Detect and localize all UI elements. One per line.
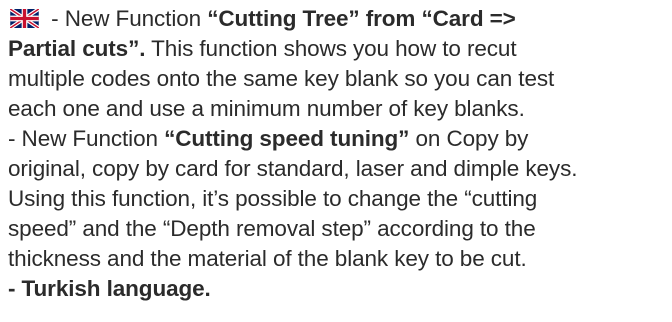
text-line-9: thickness and the material of the blank … — [8, 244, 527, 274]
text-line-3: multiple codes onto the same key blank s… — [8, 64, 554, 94]
uk-flag-icon — [10, 9, 39, 28]
text-line-7: Using this function, it’s possible to ch… — [8, 184, 537, 214]
function-name-cutting-tree: “Cutting Tree” from “Card => — [207, 6, 516, 31]
text-line-1: - New Function “Cutting Tree” from “Card… — [8, 4, 516, 34]
text-line-10: - Turkish language. — [8, 274, 211, 304]
text-segment: multiple codes onto the same key blank s… — [8, 66, 555, 91]
function-name-cutting-speed-tuning: “Cutting speed tuning” — [164, 126, 410, 151]
text-line-8: speed” and the “Depth removal step” acco… — [8, 214, 536, 244]
text-segment: Using this function, it’s possible to ch… — [8, 186, 538, 211]
document-page: - New Function “Cutting Tree” from “Card… — [0, 0, 672, 322]
text-segment: on Copy by — [409, 126, 529, 151]
text-segment: - New Function — [45, 6, 208, 31]
text-segment: This function shows you how to recut — [145, 36, 517, 61]
text-segment: original, copy by card for standard, las… — [8, 156, 578, 181]
text-line-2: Partial cuts”. This function shows you h… — [8, 34, 517, 64]
text-line-6: original, copy by card for standard, las… — [8, 154, 577, 184]
text-line-4: each one and use a minimum number of key… — [8, 94, 525, 124]
text-line-5: - New Function “Cutting speed tuning” on… — [8, 124, 528, 154]
text-segment: each one and use a minimum number of key… — [8, 96, 525, 121]
text-segment: speed” and the “Depth removal step” acco… — [8, 216, 536, 241]
text-segment: - New Function — [8, 126, 165, 151]
turkish-language-item: - Turkish language. — [8, 276, 211, 301]
text-segment: thickness and the material of the blank … — [8, 246, 527, 271]
function-name-partial-cuts: Partial cuts”. — [8, 36, 146, 61]
